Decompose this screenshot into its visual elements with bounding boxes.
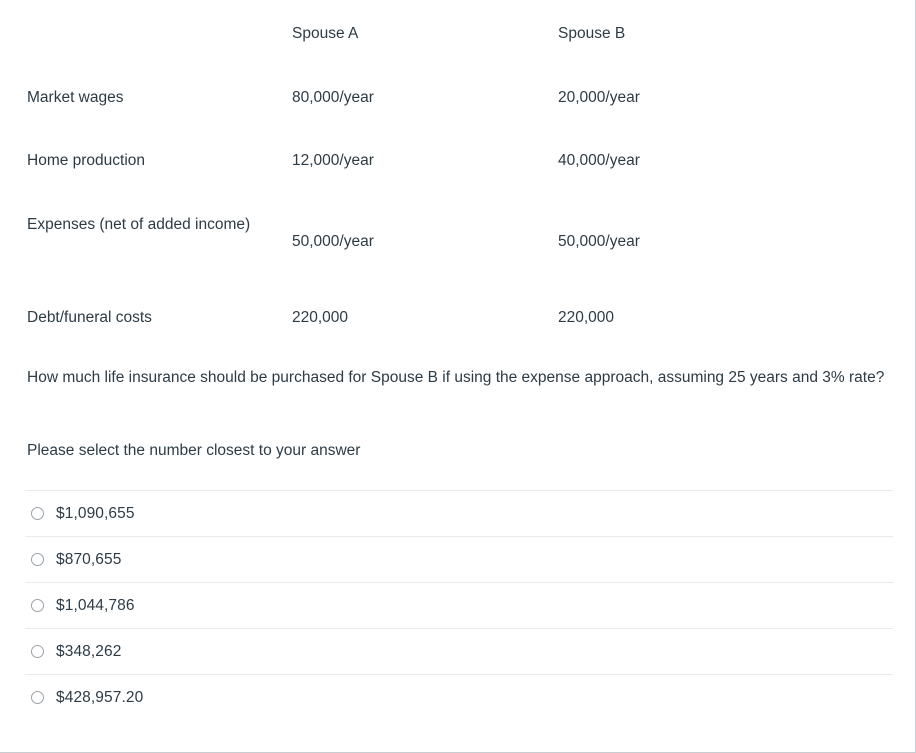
row-label-debt-funeral-costs: Debt/funeral costs (27, 309, 152, 326)
answer-options-list: $1,090,655 $870,655 $1,044,786 $348,262 … (25, 490, 893, 720)
answer-option-1[interactable]: $1,090,655 (25, 490, 893, 536)
row-value-home-production-spouse-b: 40,000/year (558, 152, 640, 169)
radio-button-icon[interactable] (31, 553, 44, 566)
table-header-spouse-a: Spouse A (292, 25, 359, 42)
row-value-expenses-spouse-b: 50,000/year (558, 233, 640, 250)
answer-option-label[interactable]: $1,044,786 (56, 596, 135, 616)
row-label-home-production: Home production (27, 152, 146, 169)
question-instruction-text: Please select the number closest to your… (27, 442, 361, 459)
radio-button-icon[interactable] (31, 599, 44, 612)
row-value-home-production-spouse-a: 12,000/year (292, 152, 374, 169)
quiz-question-panel: Spouse A Spouse B Market wages 80,000/ye… (0, 0, 916, 753)
row-value-market-wages-spouse-b: 20,000/year (558, 89, 640, 106)
row-value-market-wages-spouse-a: 80,000/year (292, 89, 374, 106)
answer-option-label[interactable]: $1,090,655 (56, 504, 135, 524)
row-label-market-wages: Market wages (27, 89, 124, 106)
table-header-spouse-b: Spouse B (558, 25, 626, 42)
answer-option-5[interactable]: $428,957.20 (25, 674, 893, 720)
row-label-expenses: Expenses (net of added income) (27, 216, 251, 233)
answer-option-3[interactable]: $1,044,786 (25, 582, 893, 628)
answer-option-label[interactable]: $348,262 (56, 642, 121, 662)
row-value-debt-funeral-costs-spouse-b: 220,000 (558, 309, 615, 326)
answer-option-label[interactable]: $428,957.20 (56, 688, 143, 708)
row-value-debt-funeral-costs-spouse-a: 220,000 (292, 309, 349, 326)
question-prompt-text: How much life insurance should be purcha… (27, 369, 885, 386)
answer-option-4[interactable]: $348,262 (25, 628, 893, 674)
answer-option-label[interactable]: $870,655 (56, 550, 121, 570)
answer-option-2[interactable]: $870,655 (25, 536, 893, 582)
radio-button-icon[interactable] (31, 645, 44, 658)
row-value-expenses-spouse-a: 50,000/year (292, 233, 374, 250)
radio-button-icon[interactable] (31, 691, 44, 704)
radio-button-icon[interactable] (31, 507, 44, 520)
